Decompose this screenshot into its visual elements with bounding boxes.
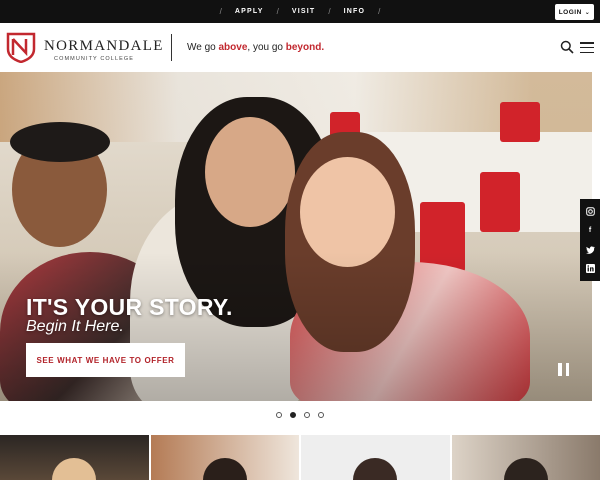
- tagline-text: , you go: [247, 42, 286, 53]
- apply-link[interactable]: APPLY: [235, 8, 264, 15]
- nav-separator: /: [276, 7, 279, 16]
- tagline-text: .: [321, 42, 325, 53]
- college-subtitle: COMMUNITY COLLEGE: [54, 56, 135, 62]
- carousel-dot[interactable]: [276, 412, 282, 418]
- twitter-icon[interactable]: [585, 245, 595, 255]
- info-link[interactable]: INFO: [344, 8, 366, 15]
- profile-photo: [52, 458, 97, 480]
- nav-separator: /: [378, 7, 381, 16]
- carousel-dot-active[interactable]: [290, 412, 296, 418]
- college-logo-icon[interactable]: [6, 31, 36, 63]
- tagline: We go above, you go beyond.: [187, 42, 324, 53]
- login-button[interactable]: LOGIN ⌄: [555, 4, 594, 20]
- header-divider: [171, 34, 172, 61]
- social-rail: f: [580, 199, 600, 281]
- college-name[interactable]: Normandale: [44, 38, 164, 55]
- hero-photo-hair: [10, 122, 110, 162]
- pause-icon[interactable]: [558, 363, 569, 376]
- carousel-indicators: [0, 412, 600, 422]
- hero-title: IT'S YOUR STORY.: [26, 294, 233, 320]
- nav-separator: /: [219, 7, 222, 16]
- tagline-highlight: beyond: [285, 42, 322, 53]
- profile-photo: [202, 458, 247, 480]
- facebook-icon[interactable]: f: [585, 226, 595, 236]
- hero-photo-face: [300, 157, 395, 267]
- profile-photo: [353, 458, 398, 480]
- hero-photo-face: [205, 117, 295, 227]
- tagline-highlight: above: [218, 42, 248, 53]
- carousel-dot[interactable]: [304, 412, 310, 418]
- profile-card[interactable]: [150, 435, 299, 480]
- site-header: Normandale COMMUNITY COLLEGE We go above…: [0, 23, 600, 72]
- chevron-down-icon: ⌄: [584, 9, 591, 16]
- profile-card[interactable]: [451, 435, 600, 480]
- profile-card[interactable]: [0, 435, 149, 480]
- login-label: LOGIN: [558, 8, 582, 16]
- hero-subtitle: Begin It Here.: [26, 318, 124, 335]
- hero-photo-chair: [480, 172, 520, 232]
- profile-card[interactable]: [301, 435, 450, 480]
- utility-nav: / APPLY / VISIT / INFO /: [0, 0, 600, 23]
- search-icon[interactable]: [560, 40, 574, 54]
- hero-carousel: IT'S YOUR STORY. Begin It Here. SEE WHAT…: [0, 72, 592, 401]
- profile-photo: [503, 458, 548, 480]
- see-offerings-button[interactable]: SEE WHAT WE HAVE TO OFFER: [26, 343, 185, 377]
- linkedin-icon[interactable]: [585, 264, 595, 274]
- hero-photo-chair: [500, 102, 540, 142]
- visit-link[interactable]: VISIT: [292, 8, 316, 15]
- hamburger-menu-icon[interactable]: [580, 42, 594, 53]
- instagram-icon[interactable]: [585, 207, 595, 217]
- carousel-dot[interactable]: [318, 412, 324, 418]
- tagline-text: We go: [187, 42, 219, 53]
- utility-bar: / APPLY / VISIT / INFO / LOGIN ⌄: [0, 0, 600, 23]
- nav-separator: /: [328, 7, 331, 16]
- profile-cards: [0, 435, 600, 480]
